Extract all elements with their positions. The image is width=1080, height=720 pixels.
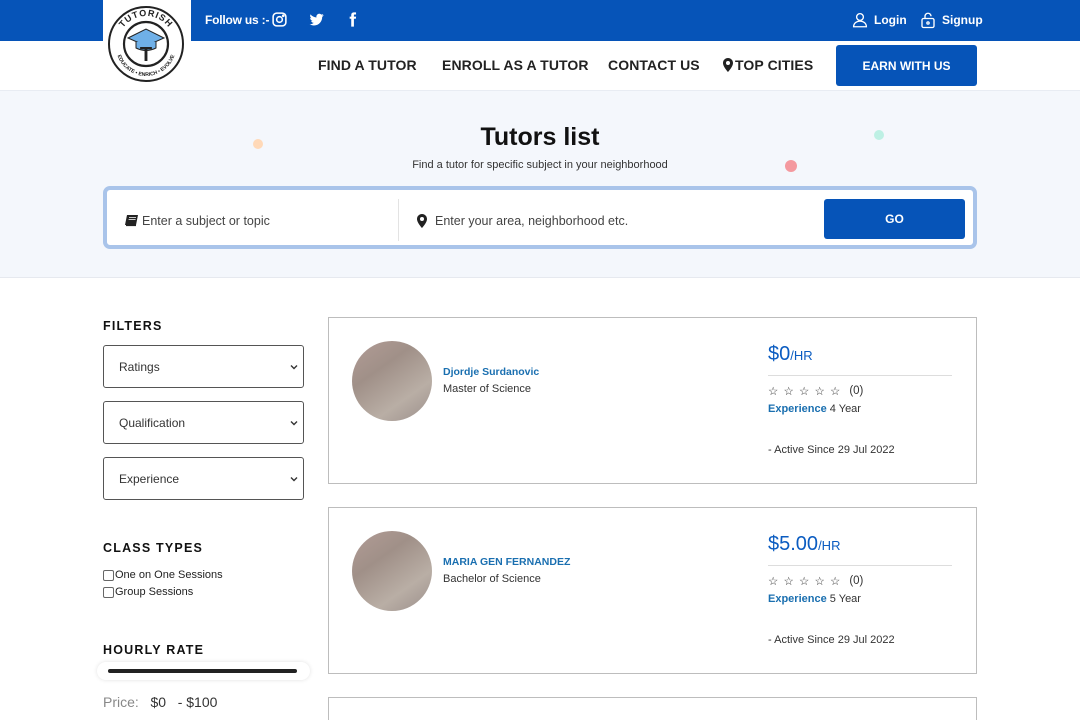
hourly-rate: $5.00/HR xyxy=(768,533,840,556)
price-range: Price: $0 - $100 xyxy=(103,694,217,710)
logo-letter: T xyxy=(140,44,152,66)
checkbox-box[interactable] xyxy=(103,586,114,598)
area-search-input[interactable]: Enter your area, neighborhood etc. xyxy=(417,214,628,228)
filters-title: FILTERS xyxy=(103,319,163,333)
tutor-degree: Bachelor of Science xyxy=(443,573,541,585)
rate-value: $0 xyxy=(768,343,791,365)
nav-top-cities[interactable]: TOP CITIES xyxy=(723,57,813,73)
ratings-select[interactable]: Ratings xyxy=(103,345,304,388)
experience-value: 4 Year xyxy=(829,403,861,415)
map-pin-icon xyxy=(417,214,427,228)
hourly-rate-title: HOURLY RATE xyxy=(103,643,205,657)
qualification-select-value: Qualification xyxy=(119,416,186,430)
signup-link[interactable]: Signup xyxy=(919,11,983,29)
tutorish-logo-icon: T TUTORISH EDUCATE • ENRICH • EVOLVE xyxy=(108,6,184,82)
one-on-one-label: One on One Sessions xyxy=(115,569,223,581)
experience-select-value: Experience xyxy=(119,472,180,486)
user-icon xyxy=(852,12,868,28)
tutor-degree: Master of Science xyxy=(443,383,532,395)
experience-info: Experience 4 Year xyxy=(768,403,861,415)
tutor-card[interactable] xyxy=(328,697,977,720)
search-bar: Enter a subject or topic Enter your area… xyxy=(103,186,977,249)
earn-with-us-button[interactable]: EARN WITH US xyxy=(836,45,977,86)
page-title: Tutors list xyxy=(480,123,600,151)
experience-label: Experience xyxy=(768,593,827,605)
divider xyxy=(768,375,952,376)
chevron-down-icon xyxy=(290,421,298,426)
nav-enroll-tutor[interactable]: ENROLL AS A TUTOR xyxy=(442,57,589,73)
hero-section xyxy=(0,90,1080,278)
one-on-one-checkbox[interactable]: One on One Sessions xyxy=(103,569,223,581)
twitter-icon[interactable] xyxy=(308,11,326,29)
rate-value: $5.00 xyxy=(768,533,819,555)
search-divider xyxy=(398,199,399,241)
star-rating: ☆ ☆ ☆ ☆ ☆ (0) xyxy=(768,384,863,398)
page-subtitle: Find a tutor for specific subject in you… xyxy=(412,159,668,171)
hourly-rate: $0/HR xyxy=(768,343,813,366)
subject-placeholder: Enter a subject or topic xyxy=(142,214,270,228)
lock-icon xyxy=(921,12,935,29)
chevron-down-icon xyxy=(290,477,298,482)
class-types-title: CLASS TYPES xyxy=(103,541,204,555)
ratings-select-value: Ratings xyxy=(119,360,160,374)
site-logo[interactable]: T TUTORISH EDUCATE • ENRICH • EVOLVE xyxy=(103,0,191,90)
avatar[interactable] xyxy=(352,341,432,421)
rate-unit: /HR xyxy=(790,348,813,363)
group-sessions-checkbox[interactable]: Group Sessions xyxy=(103,586,193,598)
price-label: Price: xyxy=(103,694,139,710)
area-placeholder: Enter your area, neighborhood etc. xyxy=(435,214,629,228)
tutor-card[interactable]: MARIA GEN FERNANDEZ Bachelor of Science … xyxy=(328,507,977,674)
experience-label: Experience xyxy=(768,403,827,415)
review-count: (0) xyxy=(849,575,864,587)
star-icon: ☆ ☆ ☆ ☆ ☆ xyxy=(768,576,842,588)
tutor-name[interactable]: Djordje Surdanovic xyxy=(443,366,539,378)
experience-select[interactable]: Experience xyxy=(103,457,304,500)
book-icon xyxy=(125,215,138,227)
experience-value: 5 Year xyxy=(829,593,861,605)
active-since: - Active Since 29 Jul 2022 xyxy=(768,444,895,456)
go-button[interactable]: GO xyxy=(824,199,965,239)
tutor-card[interactable]: Djordje Surdanovic Master of Science $0/… xyxy=(328,317,977,484)
login-link[interactable]: Login xyxy=(851,11,907,29)
facebook-icon[interactable] xyxy=(344,11,362,29)
top-cities-label: TOP CITIES xyxy=(735,57,814,73)
review-count: (0) xyxy=(849,385,864,397)
checkbox-box[interactable] xyxy=(103,569,114,581)
login-label: Login xyxy=(874,13,907,27)
instagram-icon[interactable] xyxy=(271,11,289,29)
group-sessions-label: Group Sessions xyxy=(115,586,194,598)
avatar[interactable] xyxy=(352,531,432,611)
nav-contact-us[interactable]: CONTACT US xyxy=(608,57,700,73)
price-min: $0 xyxy=(150,694,167,710)
slider-track[interactable] xyxy=(108,669,297,673)
qualification-select[interactable]: Qualification xyxy=(103,401,304,444)
active-since: - Active Since 29 Jul 2022 xyxy=(768,634,895,646)
follow-us-label: Follow us :- xyxy=(205,13,270,27)
divider xyxy=(768,565,952,566)
tutor-name[interactable]: MARIA GEN FERNANDEZ xyxy=(443,556,570,568)
nav-find-tutor[interactable]: FIND A TUTOR xyxy=(318,57,417,73)
hourly-rate-slider[interactable] xyxy=(97,662,310,680)
map-pin-icon xyxy=(723,58,733,72)
experience-info: Experience 5 Year xyxy=(768,593,861,605)
price-max: - $100 xyxy=(177,694,218,710)
star-rating: ☆ ☆ ☆ ☆ ☆ (0) xyxy=(768,574,863,588)
signup-label: Signup xyxy=(942,13,983,27)
subject-search-input[interactable]: Enter a subject or topic xyxy=(125,214,270,228)
star-icon: ☆ ☆ ☆ ☆ ☆ xyxy=(768,386,842,398)
rate-unit: /HR xyxy=(818,538,841,553)
chevron-down-icon xyxy=(290,365,298,370)
